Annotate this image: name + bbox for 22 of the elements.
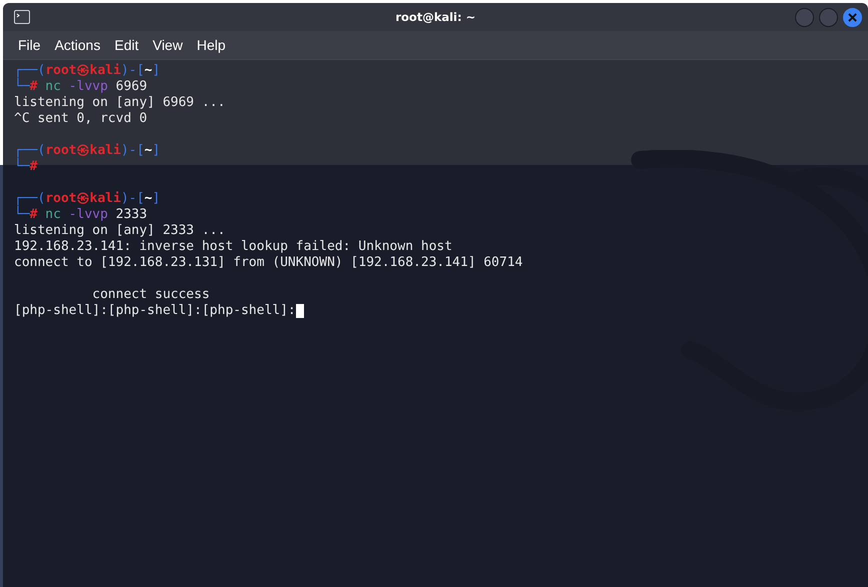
terminal-line: └─#	[14, 159, 38, 175]
menu-item[interactable]: Actions	[54, 37, 108, 53]
menu-item[interactable]: File	[18, 37, 49, 53]
terminal-line: ┌──(root㉿kali)-[~]	[14, 191, 160, 206]
terminal-line: └─# nc -lvvp 6969	[14, 79, 148, 95]
terminal-line: listening on [any] 2333 ...	[14, 223, 226, 239]
close-button[interactable]	[843, 8, 862, 26]
terminal-line: ^C sent 0, rcvd 0	[14, 111, 148, 127]
menu-item[interactable]: Help	[196, 37, 234, 53]
terminal-line: [php-shell]:[php-shell]:[php-shell]:	[14, 303, 296, 319]
terminal-icon[interactable]	[14, 10, 30, 24]
menu-item[interactable]: Edit	[114, 37, 147, 53]
terminal-line: connect success	[91, 287, 210, 303]
terminal-line: ┌──(root㉿kali)-[~]	[14, 143, 160, 158]
terminal-line: └─# nc -lvvp 2333	[14, 207, 148, 223]
terminal-line: listening on [any] 6969 ...	[14, 95, 226, 111]
window-title: root@kali: ~	[395, 10, 476, 24]
terminal-line: connect to [192.168.23.131] from (UNKNOWN) [192.168.23.141] 60714	[14, 255, 523, 271]
terminal-line: 192.168.23.141: inverse host lookup failed: Unknown host	[14, 239, 452, 255]
close-icon	[848, 12, 857, 22]
menu-item[interactable]: View	[152, 37, 191, 53]
terminal-line: ┌──(root㉿kali)-[~]	[14, 63, 160, 78]
